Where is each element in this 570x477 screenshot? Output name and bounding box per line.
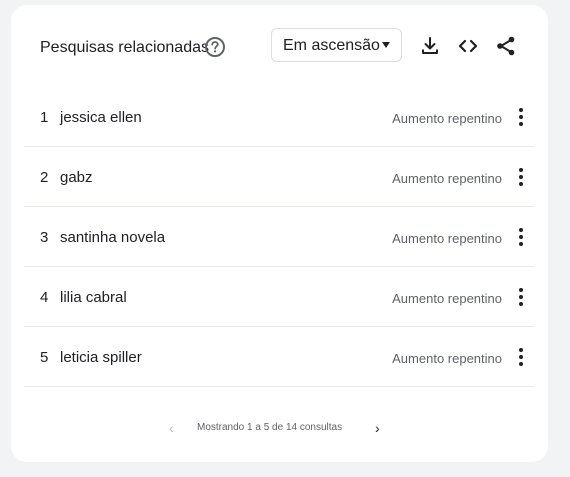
row-rank: 3 [40,229,49,246]
share-icon[interactable] [494,34,518,58]
card-title: Pesquisas relacionadas [40,39,209,56]
row-term[interactable]: gabz [60,169,93,186]
row-value: Aumento repentino [392,111,502,126]
row-rank: 4 [40,289,49,306]
row-term[interactable]: jessica ellen [60,109,142,126]
row-rank: 5 [40,349,49,366]
pagination-label: Mostrando 1 a 5 de 14 consultas [197,422,343,433]
more-vert-icon[interactable] [516,226,526,248]
row-value: Aumento repentino [392,171,502,186]
related-queries-list: 1 jessica ellen Aumento repentino 2 gabz… [24,87,534,387]
more-vert-icon[interactable] [516,346,526,368]
filter-select[interactable]: Em ascensão [271,28,402,62]
row-value: Aumento repentino [392,351,502,366]
row-value: Aumento repentino [392,231,502,246]
row-rank: 1 [40,109,49,126]
row-term[interactable]: lilia cabral [60,289,127,306]
download-icon[interactable] [418,34,442,58]
list-item[interactable]: 3 santinha novela Aumento repentino [24,207,534,267]
list-item[interactable]: 5 leticia spiller Aumento repentino [24,327,534,387]
embed-code-icon[interactable] [456,34,480,58]
list-item[interactable]: 2 gabz Aumento repentino [24,147,534,207]
row-value: Aumento repentino [392,291,502,306]
row-term[interactable]: santinha novela [60,229,165,246]
list-item[interactable]: 1 jessica ellen Aumento repentino [24,87,534,147]
more-vert-icon[interactable] [516,166,526,188]
related-queries-card: Pesquisas relacionadas Em ascensão 1 jes… [11,5,548,462]
row-term[interactable]: leticia spiller [60,349,142,366]
filter-select-value: Em ascensão [283,37,380,54]
chevron-right-icon[interactable]: › [375,420,380,436]
chevron-left-icon[interactable]: ‹ [169,420,174,436]
dropdown-arrow-icon [382,42,390,48]
row-rank: 2 [40,169,49,186]
help-circle-icon[interactable] [204,36,226,58]
more-vert-icon[interactable] [516,286,526,308]
pagination: ‹ Mostrando 1 a 5 de 14 consultas › [11,419,548,439]
more-vert-icon[interactable] [516,106,526,128]
list-item[interactable]: 4 lilia cabral Aumento repentino [24,267,534,327]
card-header: Pesquisas relacionadas Em ascensão [11,5,548,91]
